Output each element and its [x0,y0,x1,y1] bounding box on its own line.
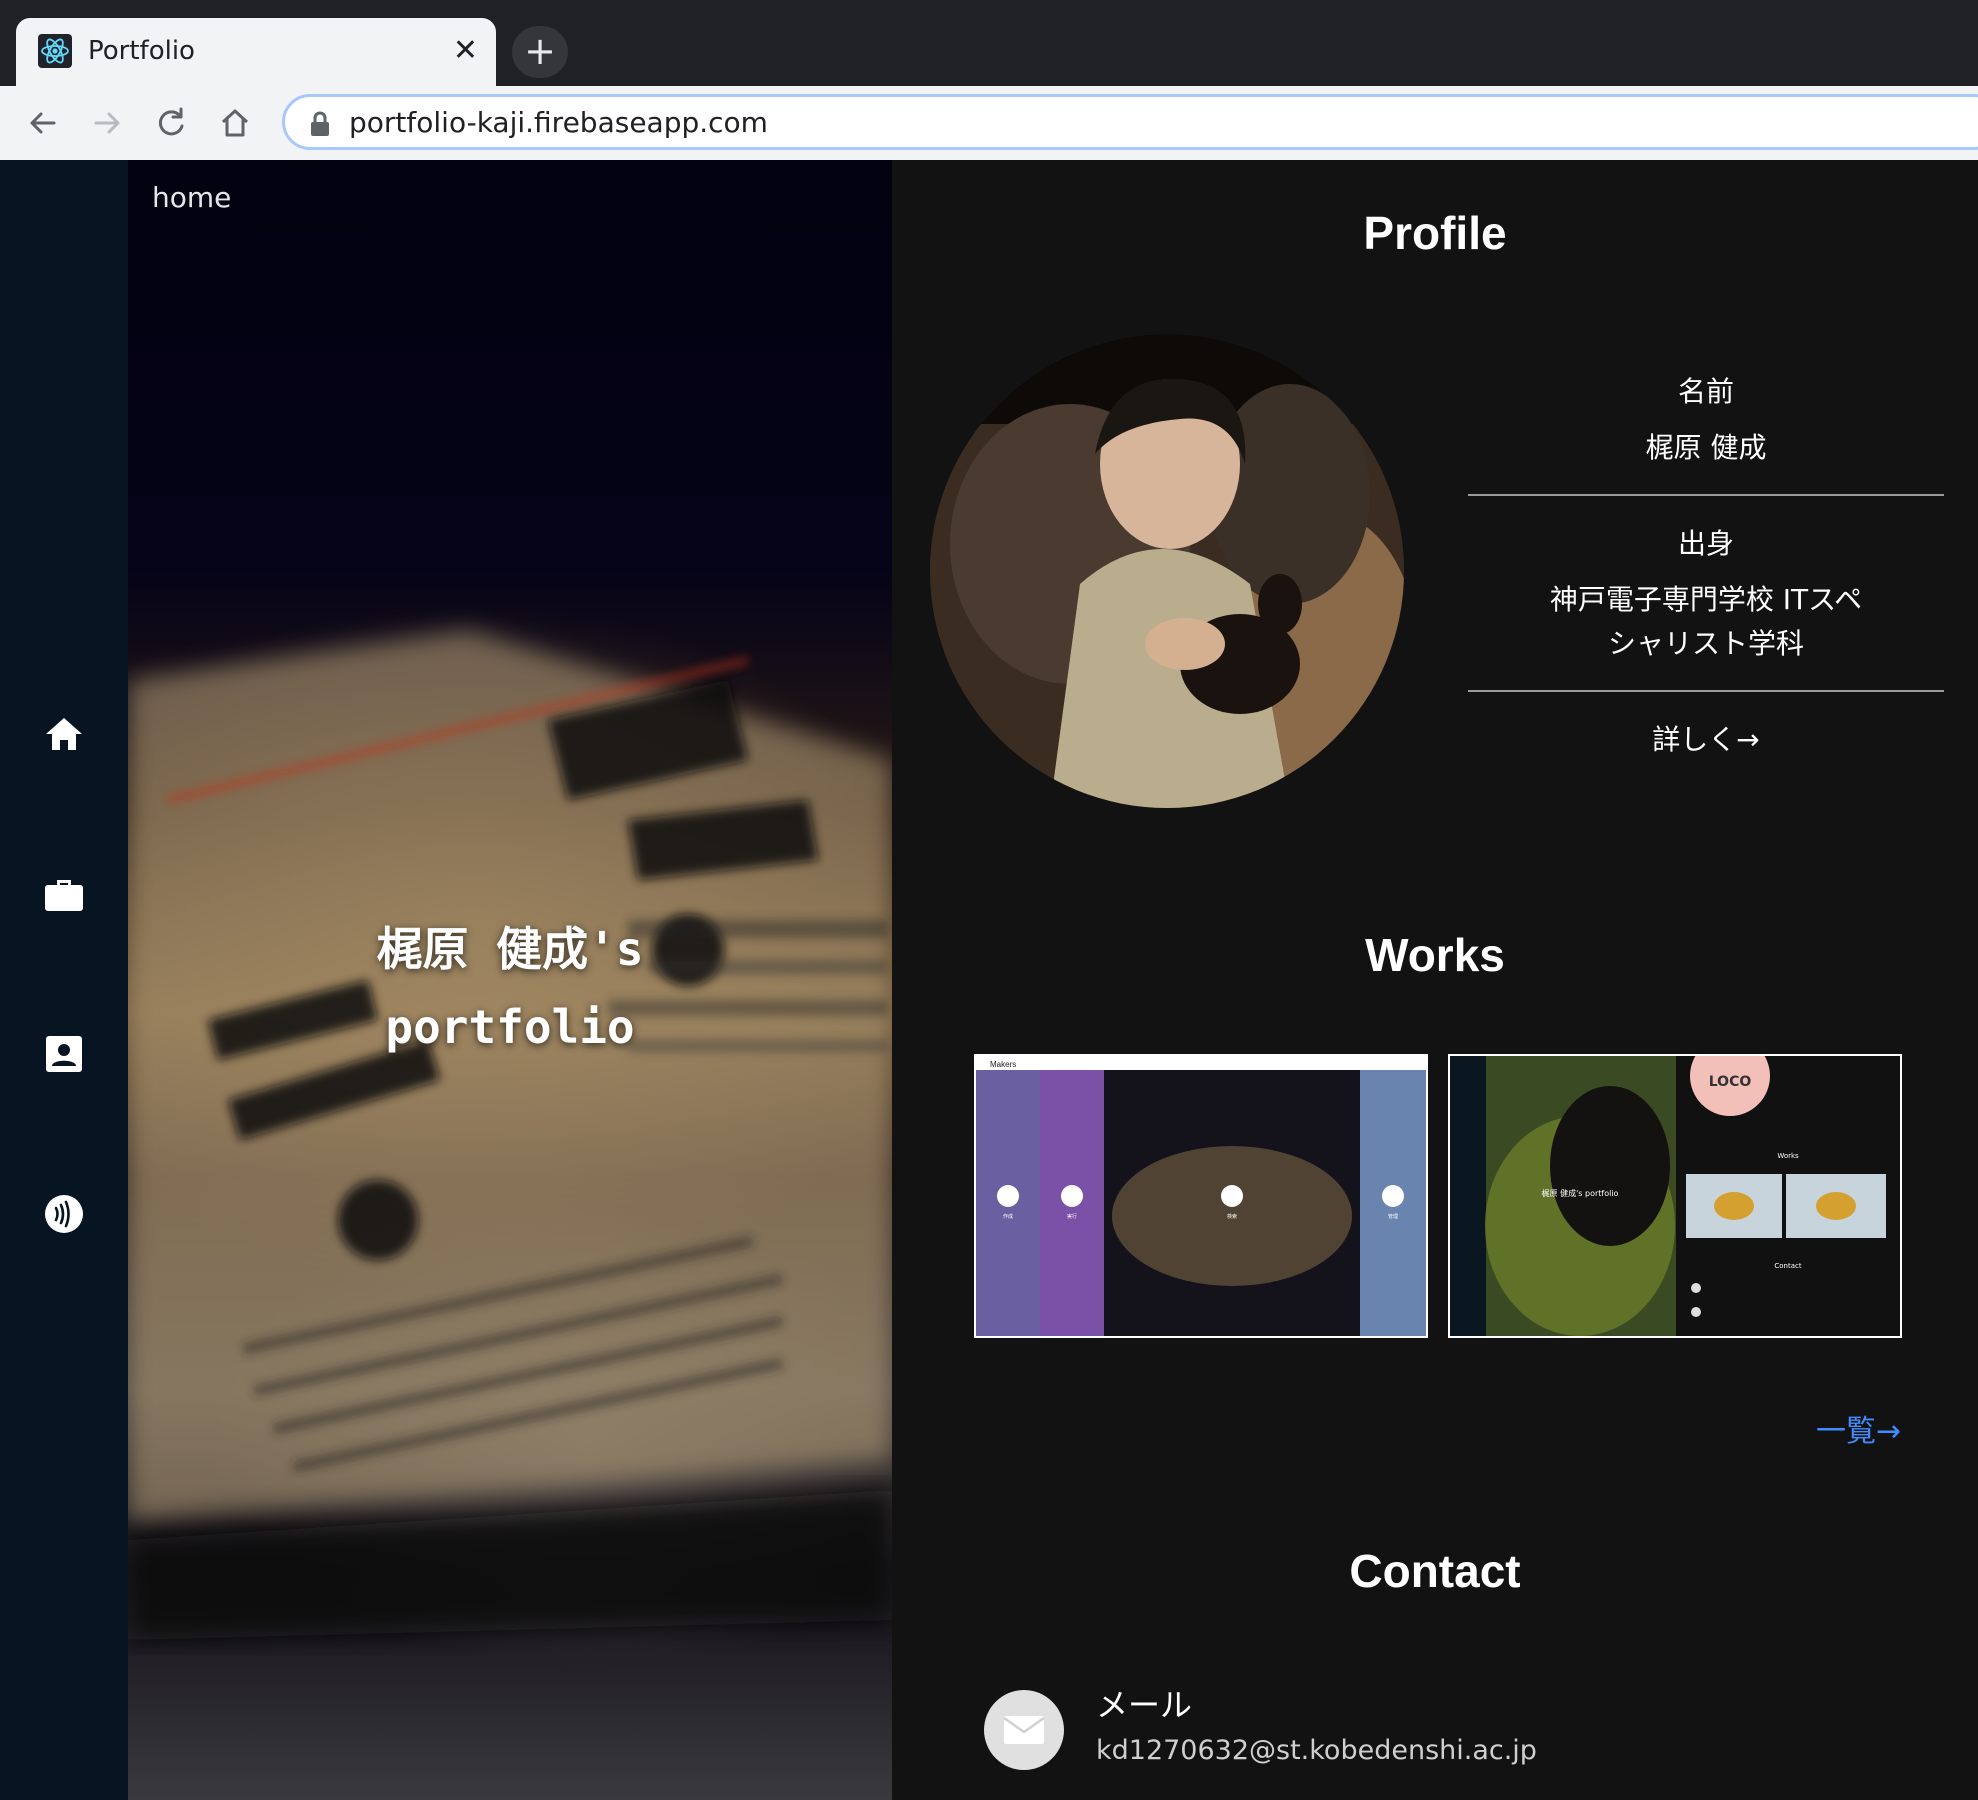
contact-card-icon [46,1036,82,1072]
browser-tab-bar: Portfolio ✕ + [0,0,1978,86]
back-arrow-icon[interactable] [24,104,62,142]
nav-works[interactable] [36,866,92,922]
nav-contact[interactable] [36,1186,92,1242]
mail-icon [984,1690,1064,1770]
hero-title: 梶原 健成's portfolio [128,910,892,1066]
address-bar[interactable]: portfolio-kaji.firebaseapp.com [282,94,1978,150]
react-logo-icon [38,34,72,68]
portfolio-screenshot: LOCO 梶原 健成's portfolio Works Contact [1450,1056,1900,1336]
mail-label: メール [1096,1686,1193,1724]
name-label: 名前 [1677,375,1734,408]
tab-title: Portfolio [88,36,195,66]
contact-heading: Contact [1349,1545,1521,1597]
browser-toolbar: portfolio-kaji.firebaseapp.com [0,86,1978,162]
mini-hero-title: 梶原 健成's portfolio [1542,1188,1619,1198]
makers-label-2: 実行 [1067,1213,1077,1220]
name-value: 梶原 健成 [1645,431,1767,464]
reload-icon[interactable] [152,104,190,142]
forward-arrow-icon[interactable] [88,104,126,142]
hero-title-line2: portfolio [385,1000,635,1054]
lock-icon [311,111,329,136]
work-thumbnail-makers[interactable]: Makers 作成 実行 検索 管理 [974,1054,1428,1338]
makers-label-4: 管理 [1388,1213,1398,1220]
mail-address-link[interactable]: kd1270632@st.kobedenshi.ac.jp [1096,1732,1537,1770]
nav-profile[interactable] [36,1026,92,1082]
profile-info: 名前 梶原 健成 出身 神戸電子専門学校 ITスペ シャリスト学科 詳しく→ [1468,370,1944,762]
side-nav-rail [0,160,128,1800]
makers-screenshot: Makers 作成 実行 検索 管理 [976,1056,1426,1336]
nav-home[interactable] [36,706,92,762]
divider [1468,494,1944,496]
main-content: Profile 名前 梶原 健成 出身 神戸電子専門学校 ITスペ シャリスト学… [892,160,1978,1800]
works-heading: Works [1365,929,1505,981]
mini-works-heading: Works [1777,1152,1799,1160]
hero-title-line1: 梶原 健成's [376,922,644,976]
profile-photo-art [930,334,1404,808]
profile-more-link[interactable]: 詳しく→ [1468,718,1944,762]
makers-header-text: Makers [990,1060,1016,1069]
hero-panel: home 梶原 健成's portfolio [128,160,892,1800]
mini-contact-heading: Contact [1774,1262,1801,1270]
work-thumbnail-portfolio[interactable]: LOCO 梶原 健成's portfolio Works Contact [1448,1054,1902,1338]
origin-value-line1: 神戸電子専門学校 ITスペ [1549,583,1863,616]
contactless-icon [45,1195,83,1233]
profile-photo [930,334,1404,808]
breadcrumb: home [152,181,232,214]
name-block: 名前 梶原 健成 [1468,370,1944,470]
new-tab-button[interactable]: + [512,26,568,78]
profile-heading: Profile [1363,207,1507,259]
home-icon [46,718,82,750]
origin-value-line2: シャリスト学科 [1607,627,1804,660]
briefcase-icon [45,880,83,911]
url-text: portfolio-kaji.firebaseapp.com [349,106,768,139]
works-list-link[interactable]: 一覧→ [1816,1412,1901,1452]
origin-block: 出身 神戸電子専門学校 ITスペ シャリスト学科 [1468,522,1944,666]
divider [1468,690,1944,692]
loco-logo-text: LOCO [1709,1074,1752,1090]
makers-label-3: 検索 [1227,1213,1237,1220]
home-browser-icon[interactable] [216,104,254,142]
browser-tab[interactable]: Portfolio ✕ [16,18,496,86]
close-tab-icon[interactable]: ✕ [453,32,478,70]
makers-label-1: 作成 [1003,1213,1013,1220]
origin-label: 出身 [1677,527,1734,560]
